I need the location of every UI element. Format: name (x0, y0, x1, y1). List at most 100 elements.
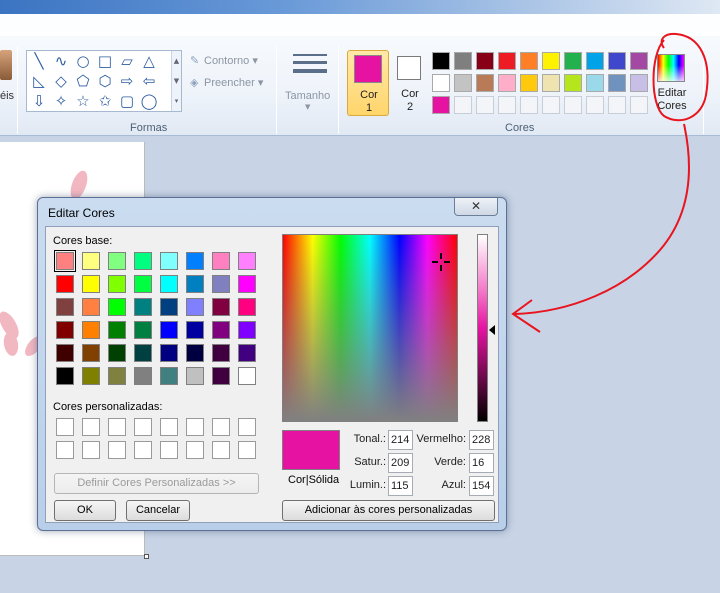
basic-color-swatch[interactable] (56, 367, 74, 385)
basic-color-swatch[interactable] (82, 275, 100, 293)
shape-2-2-icon[interactable]: ☆ (74, 92, 92, 110)
custom-color-swatch[interactable] (134, 441, 152, 459)
basic-color-swatch[interactable] (186, 321, 204, 339)
palette-swatch[interactable] (564, 52, 582, 70)
custom-color-swatch[interactable] (82, 441, 100, 459)
basic-color-swatch[interactable] (186, 344, 204, 362)
basic-color-swatch[interactable] (212, 298, 230, 316)
custom-color-swatch[interactable] (160, 441, 178, 459)
basic-color-swatch[interactable] (212, 252, 230, 270)
palette-swatch[interactable] (542, 74, 560, 92)
sat-field[interactable]: 209 (388, 453, 413, 473)
cancel-button[interactable]: Cancelar (126, 500, 190, 521)
shapes-gallery[interactable]: ▲ ▼ ▾ ╲ ∿ ○ □ ▱ △ ◺ ◇ ⬠ ⬡ ⇨ ⇦ ⇩ ✧ ☆ ✩ ▢ ◯ (26, 50, 182, 112)
edit-colors-button[interactable]: Editar Cores (652, 50, 692, 116)
custom-color-swatch[interactable] (108, 441, 126, 459)
palette-swatch[interactable] (586, 74, 604, 92)
basic-color-swatch[interactable] (56, 298, 74, 316)
color2-button[interactable]: Cor 2 (393, 50, 427, 116)
color1-button[interactable]: Cor 1 (347, 50, 389, 116)
basic-color-swatch[interactable] (186, 252, 204, 270)
basic-color-swatch[interactable] (134, 321, 152, 339)
basic-color-swatch[interactable] (108, 344, 126, 362)
size-chevron-down-icon[interactable]: ▼ (305, 103, 310, 111)
basic-color-swatch[interactable] (186, 275, 204, 293)
shape-2-3-icon[interactable]: ✩ (96, 92, 114, 110)
palette-swatch[interactable] (564, 74, 582, 92)
palette-swatch[interactable] (564, 96, 582, 114)
custom-color-swatch[interactable] (56, 441, 74, 459)
custom-color-swatch[interactable] (238, 441, 256, 459)
basic-color-swatch[interactable] (160, 275, 178, 293)
basic-color-swatch[interactable] (56, 344, 74, 362)
palette-swatch[interactable] (498, 52, 516, 70)
add-to-custom-colors-button[interactable]: Adicionar às cores personalizadas (282, 500, 495, 521)
shape-1-5-icon[interactable]: ⇦ (140, 72, 158, 90)
basic-color-swatch[interactable] (108, 321, 126, 339)
basic-color-swatch[interactable] (160, 252, 178, 270)
basic-color-swatch[interactable] (212, 321, 230, 339)
custom-color-swatch[interactable] (212, 418, 230, 436)
basic-color-swatch[interactable] (238, 321, 256, 339)
green-field[interactable]: 16 (469, 453, 494, 473)
basic-color-swatch[interactable] (56, 321, 74, 339)
palette-swatch[interactable] (630, 96, 648, 114)
shape-2-4-icon[interactable]: ▢ (118, 92, 136, 110)
basic-color-swatch[interactable] (134, 367, 152, 385)
palette-swatch[interactable] (608, 74, 626, 92)
shape-2-0-icon[interactable]: ⇩ (30, 92, 48, 110)
shape-0-0-icon[interactable]: ╲ (30, 52, 48, 70)
red-field[interactable]: 228 (469, 430, 494, 450)
shape-0-4-icon[interactable]: ▱ (118, 52, 136, 70)
palette-swatch[interactable] (520, 74, 538, 92)
palette-swatch[interactable] (454, 96, 472, 114)
shape-1-3-icon[interactable]: ⬡ (96, 72, 114, 90)
custom-color-swatch[interactable] (82, 418, 100, 436)
palette-swatch[interactable] (454, 52, 472, 70)
basic-color-swatch[interactable] (82, 252, 100, 270)
basic-color-swatch[interactable] (82, 321, 100, 339)
basic-color-swatch[interactable] (82, 367, 100, 385)
palette-swatch[interactable] (542, 96, 560, 114)
basic-color-swatch[interactable] (108, 275, 126, 293)
size-label[interactable]: Tamanho (285, 90, 330, 102)
custom-color-swatch[interactable] (108, 418, 126, 436)
basic-color-swatch[interactable] (54, 250, 76, 272)
basic-color-swatch[interactable] (160, 298, 178, 316)
palette-swatch[interactable] (520, 96, 538, 114)
basic-color-swatch[interactable] (238, 252, 256, 270)
ok-button[interactable]: OK (54, 500, 116, 521)
custom-color-swatch[interactable] (212, 441, 230, 459)
basic-color-swatch[interactable] (238, 298, 256, 316)
luminance-arrow-icon[interactable] (489, 325, 495, 335)
basic-color-swatch[interactable] (108, 252, 126, 270)
basic-color-swatch[interactable] (238, 275, 256, 293)
basic-color-swatch[interactable] (82, 344, 100, 362)
palette-swatch[interactable] (454, 74, 472, 92)
basic-color-swatch[interactable] (108, 367, 126, 385)
blue-field[interactable]: 154 (469, 476, 494, 496)
palette-swatch[interactable] (630, 74, 648, 92)
custom-color-swatch[interactable] (238, 418, 256, 436)
custom-color-swatch[interactable] (56, 418, 74, 436)
contour-button[interactable]: ✎ Contorno ▾ (190, 54, 258, 67)
basic-color-swatch[interactable] (186, 298, 204, 316)
basic-color-swatch[interactable] (212, 344, 230, 362)
color-spectrum-picker[interactable] (282, 234, 458, 422)
basic-color-swatch[interactable] (134, 298, 152, 316)
palette-swatch[interactable] (476, 74, 494, 92)
canvas-resize-handle[interactable] (144, 554, 149, 559)
basic-color-swatch[interactable] (186, 367, 204, 385)
basic-color-swatch[interactable] (160, 344, 178, 362)
size-lines-icon[interactable] (293, 54, 327, 82)
custom-color-swatch[interactable] (186, 441, 204, 459)
basic-color-swatch[interactable] (134, 275, 152, 293)
shape-1-1-icon[interactable]: ◇ (52, 72, 70, 90)
custom-color-swatch[interactable] (186, 418, 204, 436)
basic-color-swatch[interactable] (160, 321, 178, 339)
hue-field[interactable]: 214 (388, 430, 413, 450)
palette-swatch[interactable] (520, 52, 538, 70)
shape-0-5-icon[interactable]: △ (140, 52, 158, 70)
custom-color-swatch[interactable] (160, 418, 178, 436)
basic-color-swatch[interactable] (134, 344, 152, 362)
